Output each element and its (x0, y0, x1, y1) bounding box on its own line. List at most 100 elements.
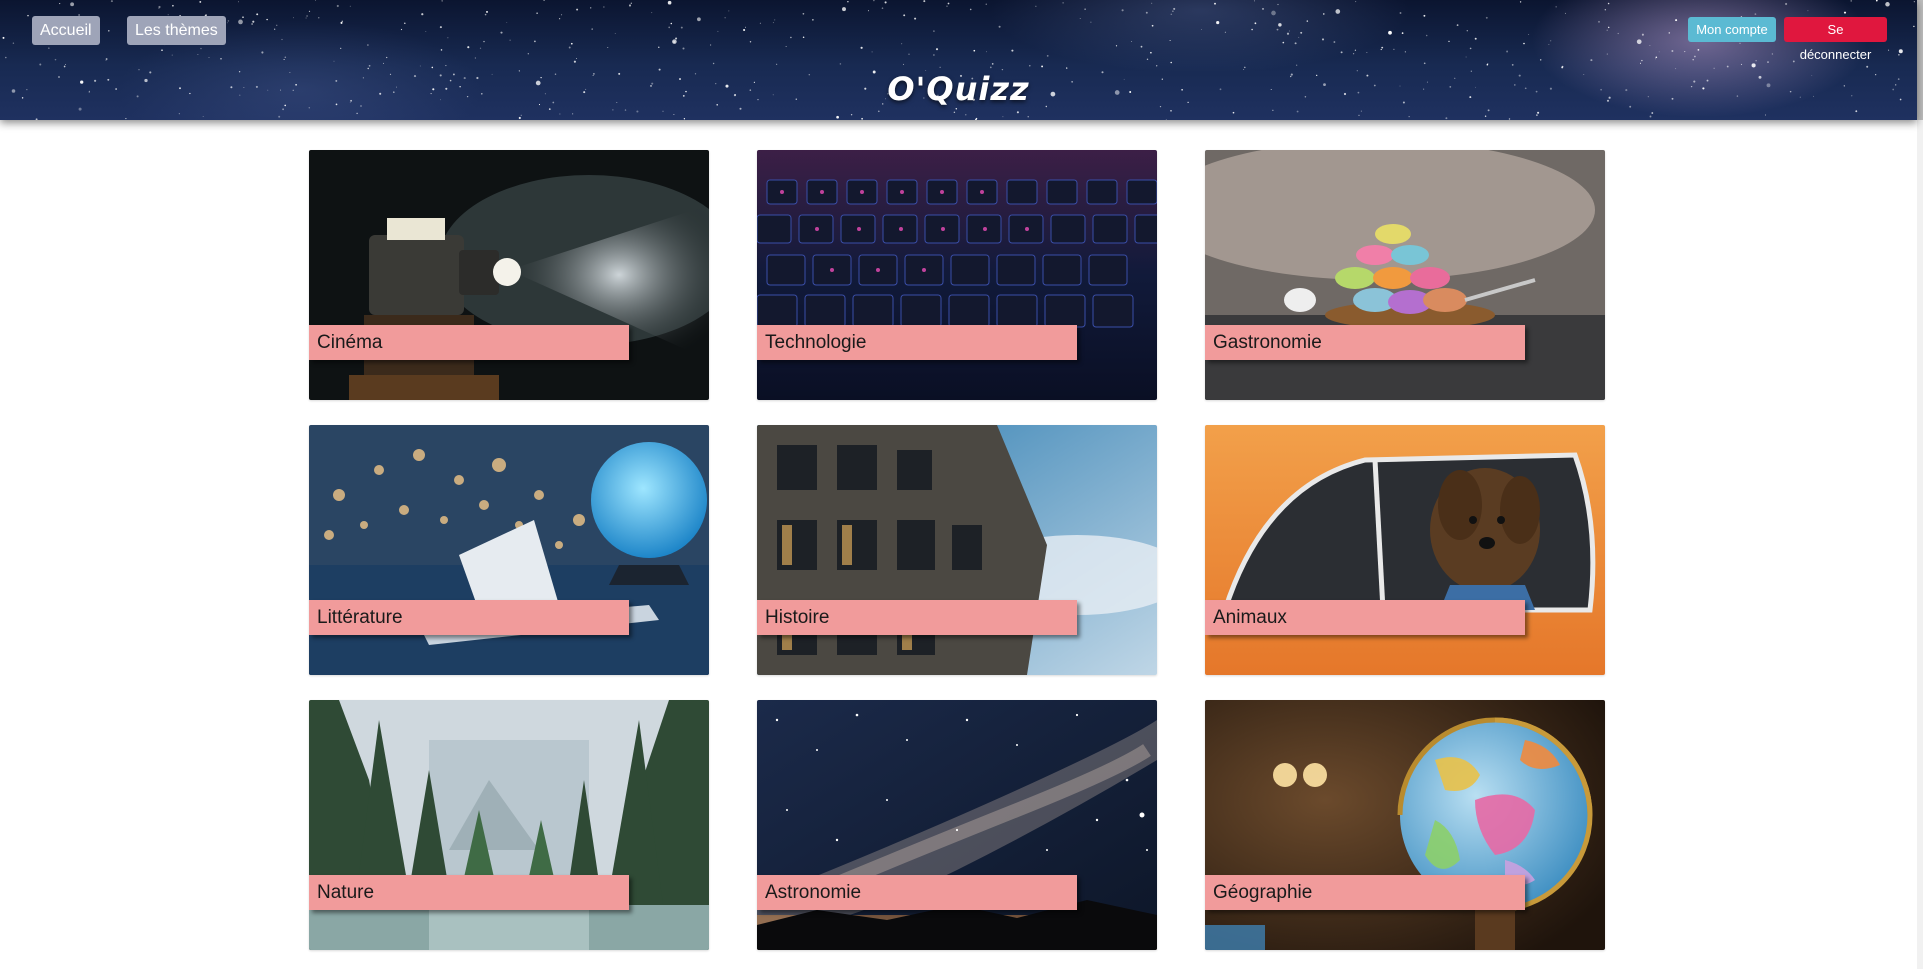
theme-card-litterature[interactable]: Littérature (309, 425, 709, 675)
star (1423, 62, 1426, 65)
star (1224, 31, 1226, 33)
star (947, 2, 950, 5)
star (1771, 53, 1774, 55)
theme-label: Géographie (1205, 875, 1525, 910)
star (1232, 111, 1235, 114)
page-scrollbar[interactable] (1917, 0, 1923, 969)
star (110, 0, 113, 3)
star (421, 13, 424, 16)
star (1254, 22, 1257, 25)
star (293, 17, 294, 19)
star (603, 6, 605, 8)
theme-label: Nature (309, 875, 629, 910)
star (1323, 13, 1325, 15)
star (1465, 56, 1467, 58)
star (386, 56, 388, 59)
star (484, 13, 487, 16)
my-account-button[interactable]: Mon compte (1688, 17, 1776, 42)
star (1360, 110, 1362, 112)
star (1276, 28, 1279, 31)
star (914, 17, 917, 20)
star (1641, 59, 1643, 62)
star (251, 23, 253, 25)
star (1675, 19, 1678, 22)
star (474, 57, 476, 59)
star (558, 18, 561, 20)
globe-image (1205, 700, 1605, 950)
star (1262, 8, 1264, 10)
star (1011, 49, 1014, 52)
star (1145, 11, 1148, 14)
star (266, 18, 268, 21)
star (483, 40, 485, 43)
theme-card-nature[interactable]: Nature (309, 700, 709, 950)
logout-button[interactable]: Se déconnecter (1784, 17, 1887, 62)
star (383, 62, 385, 64)
star (576, 58, 577, 60)
star (998, 25, 1001, 28)
star (1519, 1, 1522, 3)
star (1340, 51, 1343, 54)
star (70, 2, 75, 7)
star (861, 117, 863, 120)
star (1296, 64, 1298, 66)
star (624, 109, 627, 111)
star (1684, 51, 1686, 53)
star (1381, 46, 1384, 49)
star (486, 10, 488, 13)
star (953, 111, 956, 114)
star (1550, 40, 1552, 42)
star (1041, 65, 1044, 68)
star (1604, 9, 1606, 11)
star (1671, 50, 1674, 52)
star (683, 118, 686, 120)
star (1335, 9, 1341, 14)
star (1740, 63, 1743, 65)
theme-card-animaux[interactable]: Animaux (1205, 425, 1605, 675)
star (1508, 118, 1511, 120)
star (839, 63, 842, 65)
star (651, 12, 653, 14)
theme-card-geographie[interactable]: Géographie (1205, 700, 1605, 950)
star (1792, 60, 1795, 63)
star (774, 19, 776, 21)
star (1016, 111, 1019, 114)
theme-card-cinema[interactable]: Cinéma (309, 150, 709, 400)
star (276, 24, 278, 26)
star (908, 53, 910, 55)
star (630, 2, 632, 4)
nav-home-button[interactable]: Accueil (32, 16, 100, 45)
nav-themes-button[interactable]: Les thèmes (127, 16, 226, 45)
theme-card-astronomie[interactable]: Astronomie (757, 700, 1157, 950)
star (1694, 55, 1696, 58)
star (425, 31, 427, 33)
theme-card-gastronomie[interactable]: Gastronomie (1205, 150, 1605, 400)
star (536, 12, 538, 14)
star (743, 28, 746, 32)
star (1169, 40, 1171, 41)
app-root: Accueil Les thèmes Mon compte Se déconne… (0, 0, 1923, 969)
star (749, 41, 752, 43)
theme-card-technologie[interactable]: Technologie (757, 150, 1157, 400)
site-logo[interactable]: O'Quizz (0, 70, 1917, 108)
star (1607, 26, 1610, 29)
star (612, 109, 614, 111)
star (237, 1, 239, 3)
scrollbar-thumb[interactable] (1917, 0, 1923, 120)
star (1850, 0, 1852, 2)
star (1333, 41, 1336, 43)
star (161, 49, 163, 52)
star (1271, 10, 1276, 16)
star (439, 26, 442, 29)
star (1251, 28, 1253, 31)
theme-card-histoire[interactable]: Histoire (757, 425, 1157, 675)
star (1294, 42, 1297, 45)
star (1165, 119, 1167, 120)
theme-label: Astronomie (757, 875, 1077, 910)
star (1598, 20, 1600, 23)
star (955, 108, 958, 110)
star (278, 115, 281, 118)
star (812, 19, 814, 21)
star (1668, 32, 1671, 34)
star (1649, 45, 1651, 46)
